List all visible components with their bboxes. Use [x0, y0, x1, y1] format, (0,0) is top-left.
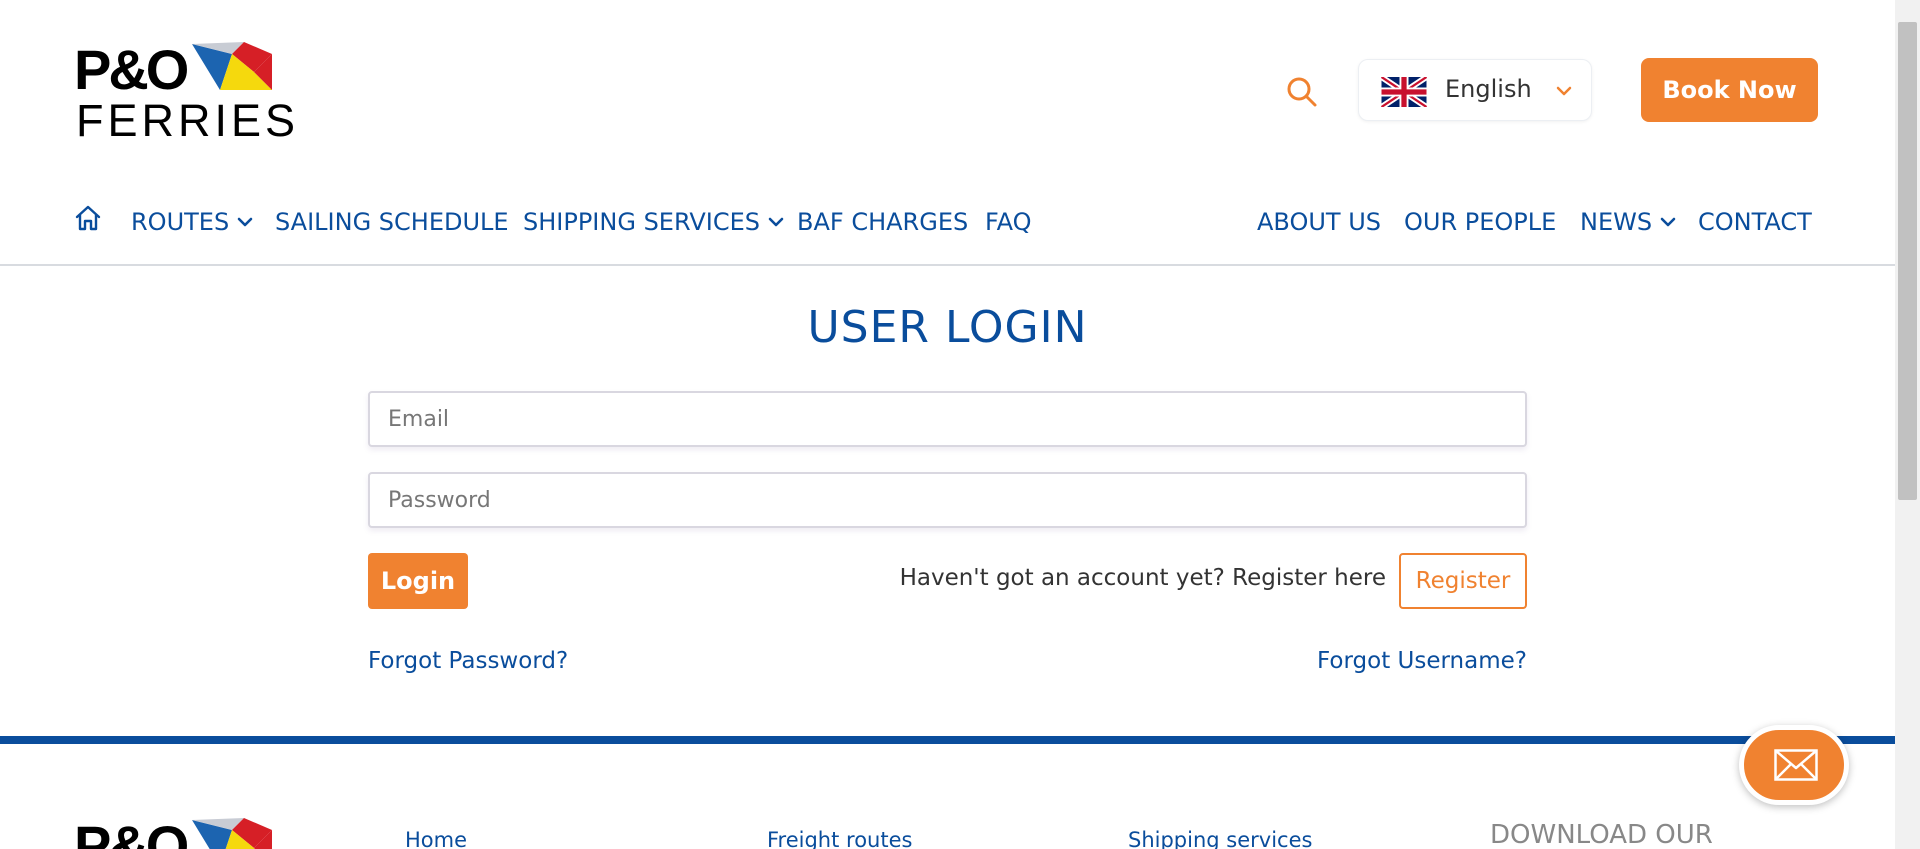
book-now-button[interactable]: Book Now [1641, 58, 1818, 122]
nav-item-label: BAF CHARGES [797, 208, 969, 236]
uk-flag-icon [1381, 77, 1427, 107]
password-field[interactable] [368, 472, 1527, 528]
nav-item-label: NEWS [1580, 208, 1653, 236]
chevron-down-icon [237, 217, 253, 227]
nav-item-label: OUR PEOPLE [1404, 208, 1557, 236]
register-prompt: Haven't got an account yet? Register her… [899, 565, 1386, 591]
footer-link-shipping-services[interactable]: Shipping services [1128, 828, 1312, 849]
footer-link-home[interactable]: Home [405, 828, 467, 849]
scrollbar-thumb[interactable] [1898, 22, 1917, 500]
nav-item-faq[interactable]: FAQ [985, 208, 1032, 236]
nav-item-about-us[interactable]: ABOUT US [1257, 208, 1381, 236]
login-button[interactable]: Login [368, 553, 468, 609]
chevron-down-icon [1660, 217, 1676, 227]
page-title: USER LOGIN [807, 302, 1088, 353]
nav-item-shipping-services[interactable]: SHIPPING SERVICES [523, 208, 784, 236]
footer-download-heading: DOWNLOAD OUR [1490, 820, 1713, 849]
page: P&O FERRIES English Book Now ROUTES SAIL… [0, 0, 1895, 849]
nav-item-routes[interactable]: ROUTES [131, 208, 253, 236]
footer-logo[interactable]: P&O [74, 818, 274, 849]
language-selector[interactable]: English [1358, 59, 1592, 121]
email-field[interactable] [368, 391, 1527, 447]
search-icon[interactable] [1286, 76, 1318, 108]
contact-mail-button[interactable] [1739, 725, 1849, 805]
forgot-password-link[interactable]: Forgot Password? [368, 648, 568, 674]
chevron-down-icon [1556, 86, 1572, 96]
nav-item-contact[interactable]: CONTACT [1698, 208, 1812, 236]
main-nav: ROUTES SAILING SCHEDULE SHIPPING SERVICE… [0, 200, 1895, 266]
nav-item-label: FAQ [985, 208, 1032, 236]
logo-word-ferries: FERRIES [76, 95, 300, 146]
logo-word-po: P&O [74, 38, 189, 101]
nav-item-label: CONTACT [1698, 208, 1812, 236]
nav-item-sailing-schedule[interactable]: SAILING SCHEDULE [275, 208, 509, 236]
nav-item-baf-charges[interactable]: BAF CHARGES [797, 208, 968, 236]
flag-logo-icon [192, 42, 272, 90]
language-label: English [1445, 75, 1532, 103]
flag-logo-icon [192, 818, 272, 849]
home-icon[interactable] [74, 204, 102, 232]
nav-item-label: SHIPPING SERVICES [523, 208, 760, 236]
nav-item-label: SAILING SCHEDULE [275, 208, 509, 236]
footer-divider [0, 736, 1895, 744]
register-button[interactable]: Register [1399, 553, 1527, 609]
nav-item-news[interactable]: NEWS [1580, 208, 1676, 236]
nav-item-label: ROUTES [131, 208, 230, 236]
nav-item-label: ABOUT US [1257, 208, 1382, 236]
forgot-username-link[interactable]: Forgot Username? [1317, 648, 1527, 674]
footer-link-freight-routes[interactable]: Freight routes [767, 828, 912, 849]
chevron-down-icon [768, 217, 784, 227]
logo[interactable]: P&O FERRIES [74, 38, 295, 144]
mail-icon [1774, 749, 1818, 781]
footer-logo-word: P&O [74, 818, 189, 849]
nav-item-our-people[interactable]: OUR PEOPLE [1404, 208, 1556, 236]
